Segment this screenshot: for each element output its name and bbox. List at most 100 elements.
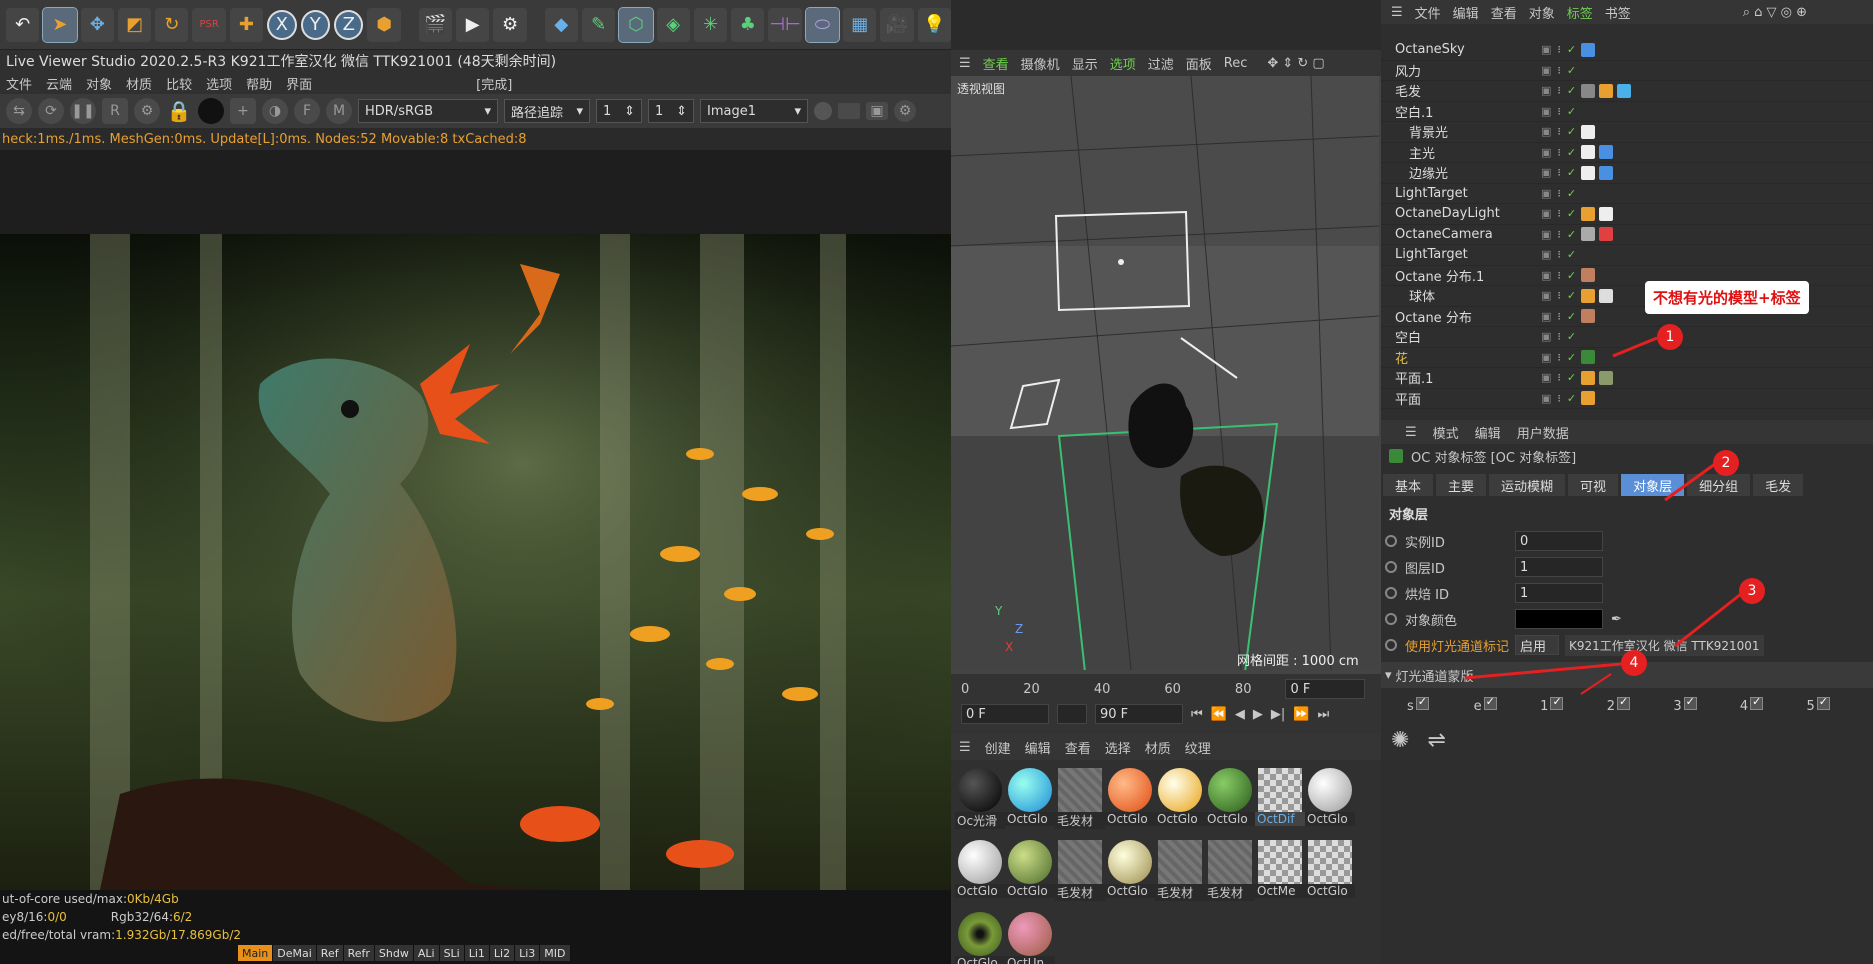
layer-icon[interactable]: ▣ (1541, 310, 1551, 323)
mask-3[interactable]: 3 (1673, 695, 1740, 714)
camera-icon[interactable]: 🎥 (880, 7, 914, 42)
object-name[interactable]: 边缘光 (1381, 163, 1541, 182)
timeline-ruler[interactable]: 0 20 40 60 80 0 F (951, 678, 1381, 700)
mask-e[interactable]: e (1474, 695, 1541, 714)
object-color-swatch[interactable] (1515, 609, 1603, 629)
object-name[interactable]: LightTarget (1381, 186, 1541, 201)
pass-chip-li3[interactable]: Li3 (515, 945, 541, 961)
tab-basic[interactable]: 基本 (1383, 474, 1434, 496)
goto-start-icon[interactable]: ⏮ (1191, 707, 1203, 722)
scale-icon[interactable]: ◩ (117, 7, 152, 42)
object-name[interactable]: OctaneCamera (1381, 227, 1541, 242)
tag-icon[interactable] (1581, 83, 1595, 98)
layer-icon[interactable]: ▣ (1541, 43, 1551, 56)
visibility-flags[interactable]: ▣ ⁝ ✓ (1541, 330, 1581, 343)
mograph-icon[interactable]: ✳ (693, 7, 728, 42)
film-icon[interactable]: F (294, 98, 320, 124)
tag-icon[interactable] (1599, 145, 1613, 160)
next-key-icon[interactable]: ⏩ (1293, 707, 1309, 722)
om-menu-tags[interactable]: 标签 (1567, 3, 1593, 22)
material-item[interactable]: OctGlo (1005, 768, 1055, 840)
tag-icon[interactable] (1581, 288, 1595, 303)
restart-icon[interactable]: ⟳ (38, 98, 64, 124)
mat-menu-material[interactable]: 材质 (1145, 738, 1171, 757)
visibility-flags[interactable]: ▣ ⁝ ✓ (1541, 125, 1581, 138)
cloner-icon[interactable]: ♣ (731, 7, 765, 42)
layer-icon[interactable]: ▣ (1541, 207, 1551, 220)
visibility-flags[interactable]: ▣ ⁝ ✓ (1541, 269, 1581, 282)
pass-chip-main[interactable]: Main (238, 945, 274, 961)
mat-menu-select[interactable]: 选择 (1105, 738, 1131, 757)
lv-menu-object[interactable]: 对象 (86, 74, 112, 93)
dots-icon[interactable]: ⁝ (1557, 392, 1561, 405)
material-item[interactable]: 毛发材 (1155, 840, 1205, 912)
object-name[interactable]: LightTarget (1381, 247, 1541, 262)
dots-icon[interactable]: ⁝ (1557, 330, 1561, 343)
pass-chip-ref[interactable]: Ref (316, 945, 344, 961)
vp-menu-camera[interactable]: 摄像机 (1021, 54, 1060, 73)
light-icon[interactable]: 💡 (917, 7, 951, 42)
cube-icon[interactable]: ◆ (544, 7, 578, 42)
layer-icon[interactable]: ▣ (1541, 228, 1551, 241)
dots-icon[interactable]: ⁝ (1557, 351, 1561, 364)
range-slider[interactable] (1057, 704, 1087, 724)
tag-icon[interactable] (1599, 227, 1613, 242)
tag-icon[interactable] (1599, 288, 1613, 303)
pass-chip-demain[interactable]: DeMai (273, 945, 317, 961)
check-icon[interactable]: ✓ (1567, 166, 1576, 179)
hamburger-icon[interactable]: ☰ (1405, 425, 1417, 440)
tag-icon[interactable] (1581, 391, 1595, 406)
visibility-flags[interactable]: ▣ ⁝ ✓ (1541, 289, 1581, 302)
object-name[interactable]: 花 (1381, 348, 1541, 367)
material-item[interactable]: OctGlo (1005, 840, 1055, 912)
vp-menu-rec[interactable]: Rec (1224, 56, 1248, 71)
lv-menu-cloud[interactable]: 云端 (46, 74, 72, 93)
material-item[interactable]: OctGlo (955, 840, 1005, 912)
hamburger-icon[interactable]: ☰ (1391, 5, 1403, 20)
object-row[interactable]: 毛发 ▣ ⁝ ✓ (1381, 81, 1873, 102)
layer-id-field[interactable]: 1 (1515, 557, 1603, 577)
anim-radio[interactable] (1385, 613, 1397, 625)
pass-chip-ali[interactable]: ALi (413, 945, 440, 961)
lock-icon[interactable]: 🔒 (166, 98, 192, 124)
object-row[interactable]: 平面.1 ▣ ⁝ ✓ (1381, 368, 1873, 389)
material-item[interactable]: OctUn (1005, 912, 1055, 964)
visibility-flags[interactable]: ▣ ⁝ ✓ (1541, 248, 1581, 261)
end-frame-field[interactable]: 90 F (1095, 704, 1183, 724)
material-mode-icon[interactable]: M (326, 98, 352, 124)
pass-chip-refr[interactable]: Refr (343, 945, 375, 961)
material-item[interactable]: OctGlo (1105, 768, 1155, 840)
eyedropper-icon[interactable]: ✒ (1611, 612, 1622, 627)
object-name[interactable]: 球体 (1381, 286, 1541, 305)
object-name[interactable]: 毛发 (1381, 81, 1541, 100)
mat-menu-edit[interactable]: 编辑 (1025, 738, 1051, 757)
layer-icon[interactable]: ▣ (1541, 64, 1551, 77)
object-name[interactable]: 平面 (1381, 389, 1541, 408)
bake-id-field[interactable]: 1 (1515, 583, 1603, 603)
object-row[interactable]: OctaneCamera ▣ ⁝ ✓ (1381, 225, 1873, 245)
extrude-icon[interactable]: ◈ (656, 7, 690, 42)
anim-radio[interactable] (1385, 587, 1397, 599)
check-icon[interactable]: ✓ (1567, 269, 1576, 282)
layer-icon[interactable]: ▣ (1541, 84, 1551, 97)
anim-radio[interactable] (1385, 535, 1397, 547)
add-icon[interactable]: ✚ (229, 7, 264, 42)
object-row[interactable]: 主光 ▣ ⁝ ✓ (1381, 143, 1873, 163)
material-item[interactable]: OctGlo (1305, 768, 1355, 840)
dots-icon[interactable]: ⁝ (1557, 43, 1561, 56)
tag-icon[interactable] (1599, 165, 1613, 180)
hamburger-icon[interactable]: ☰ (959, 56, 971, 71)
render-icon[interactable]: ▶ (456, 7, 490, 42)
pass-chip-shdw[interactable]: Shdw (374, 945, 414, 961)
cursor-icon[interactable]: ➤ (42, 6, 78, 43)
floor-icon[interactable]: ▦ (843, 7, 877, 42)
material-item[interactable]: OctGlo (1205, 768, 1255, 840)
check-icon[interactable]: ✓ (1567, 371, 1576, 384)
om-menu-bookmarks[interactable]: 书签 (1605, 3, 1631, 22)
pass-chip-mid[interactable]: MID (540, 945, 571, 961)
material-item[interactable]: 毛发材 (1055, 768, 1105, 840)
node-icon[interactable]: ⇌ (1427, 728, 1445, 753)
material-item[interactable]: OctDif (1255, 768, 1305, 840)
tag-icon[interactable] (1581, 42, 1595, 57)
object-name[interactable]: 空白.1 (1381, 102, 1541, 121)
